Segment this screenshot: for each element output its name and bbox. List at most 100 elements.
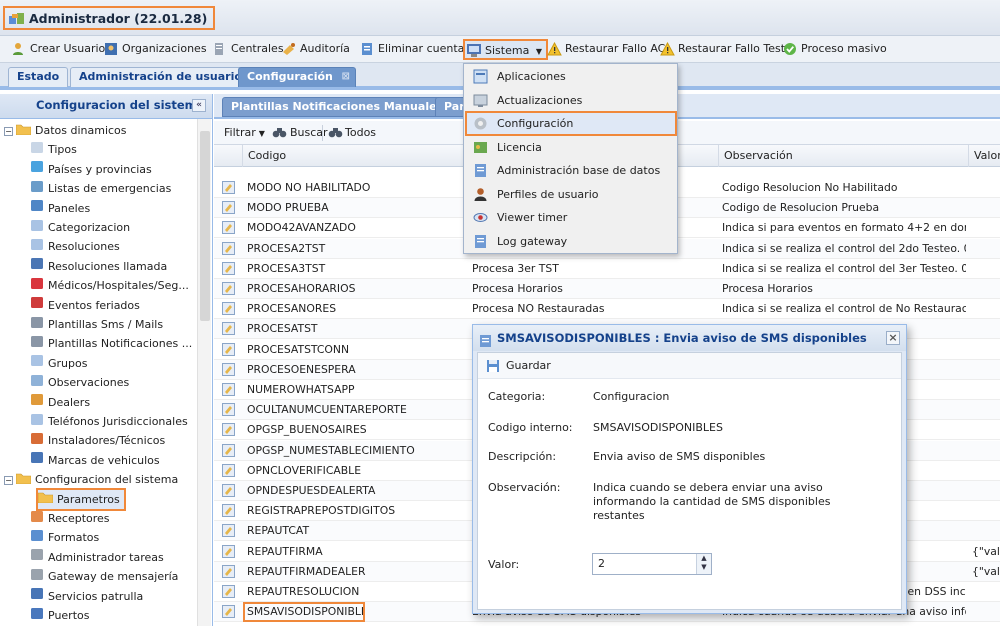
tree-node-categorizacion[interactable]: Categorizacion: [30, 218, 130, 237]
tree-node-gateway-de-mensajería[interactable]: Gateway de mensajería: [30, 567, 178, 586]
cell-observacion: Indica si se realiza el control del 2do …: [722, 241, 966, 255]
centrales-button[interactable]: Centrales: [211, 39, 284, 60]
list-icon: [30, 180, 44, 199]
title-bar: Administrador (22.01.28): [0, 0, 1000, 36]
menu-item-administración-base-de-datos[interactable]: Administración base de datos: [466, 159, 676, 182]
tab-administracion-usuarios[interactable]: Administración de usuarios: [70, 67, 258, 87]
menu-item-configuración[interactable]: Configuración: [465, 111, 677, 136]
buscar-button[interactable]: Buscar: [272, 125, 328, 141]
app-title-text: Administrador (22.01.28): [29, 11, 208, 26]
collapse-toggle-icon[interactable]: −: [4, 126, 13, 136]
table-row[interactable]: PROCESAHORARIOS Procesa Horarios Procesa H…: [214, 279, 1000, 299]
tree-node-instaladores-técnicos[interactable]: Instaladores/Técnicos: [30, 431, 165, 450]
tree-node-label: Gateway de mensajería: [48, 570, 179, 584]
collapse-toggle-icon[interactable]: −: [4, 475, 13, 485]
tree-node-label: Teléfonos Jurisdiccionales: [48, 415, 188, 428]
edit-row-icon[interactable]: [222, 605, 235, 625]
guardar-label: Guardar: [506, 359, 551, 372]
sistema-label: Sistema: [485, 44, 530, 57]
cell-codigo: REPAUTFIRMADEALER: [247, 564, 366, 578]
spin-up-icon[interactable]: ▲: [697, 554, 711, 563]
tree-node-médicos-hospitales-seg[interactable]: Médicos/Hospitales/Seg...: [30, 276, 189, 295]
codigo-interno-label: Codigo interno:: [488, 421, 573, 434]
filtrar-button[interactable]: Filtrar ▼: [224, 125, 265, 141]
table-row[interactable]: PROCESANORES Procesa NO Restauradas Indica…: [214, 299, 1000, 320]
system-icon: [467, 44, 481, 63]
tree-node-eventos-feriados[interactable]: Eventos feriados: [30, 296, 140, 315]
tab-close-icon[interactable]: ⊠: [341, 68, 349, 86]
cell-codigo: OPNCLOVERIFICABLE: [247, 463, 362, 477]
column-header-valor[interactable]: Valor: [968, 145, 1000, 167]
crear-usuario-button[interactable]: Crear Usuario: [10, 39, 105, 60]
column-header-codigo[interactable]: Codigo: [242, 145, 468, 167]
tree-node-tipos[interactable]: Tipos: [30, 140, 77, 159]
left-scrollbar[interactable]: [197, 119, 211, 626]
tree-node-label: Observaciones: [48, 376, 130, 390]
menu-item-actualizaciones[interactable]: Actualizaciones: [466, 89, 676, 112]
restaurar-fallo-test-button[interactable]: Restaurar Fallo Test: [658, 39, 785, 60]
tree-node-label: Eventos feriados: [48, 298, 140, 312]
left-panel-header: Configuracion del sistema «: [0, 94, 212, 119]
menu-item-log-gateway[interactable]: Log gateway: [466, 230, 676, 253]
tree-node-listas-de-emergencias[interactable]: Listas de emergencias: [30, 179, 171, 198]
tree-node-label: Paneles: [48, 201, 91, 215]
tree-node-datos-dinamicos[interactable]: − Datos dinamicos: [4, 121, 127, 140]
cell-codigo: PROCESOENESPERA: [247, 362, 356, 376]
spin-down-icon[interactable]: ▼: [697, 563, 711, 572]
tag-icon: [30, 141, 44, 160]
eliminar-cuentas-button[interactable]: Eliminar cuentas: [358, 39, 470, 60]
tree-node-parametros[interactable]: Parametros: [36, 487, 126, 511]
tree-node-observaciones[interactable]: Observaciones: [30, 373, 129, 392]
guardar-button[interactable]: Guardar: [486, 358, 551, 374]
antenna-icon: [30, 510, 44, 529]
tree-node-países-y-provincias[interactable]: Países y provincias: [30, 160, 152, 179]
tree-node-puertos[interactable]: Puertos: [30, 606, 89, 625]
tree-node-label: Resoluciones: [48, 240, 120, 254]
menu-item-aplicaciones[interactable]: Aplicaciones: [466, 65, 676, 88]
menu-item-viewer-timer[interactable]: Viewer timer: [466, 206, 676, 229]
tree-node-administrador-tareas[interactable]: Administrador tareas: [30, 548, 164, 567]
tree-node-formatos[interactable]: Formatos: [30, 528, 99, 547]
valor-input[interactable]: 2 ▲ ▼: [592, 553, 712, 575]
table-row[interactable]: PROCESA3TST Procesa 3er TST Indica si se r…: [214, 259, 1000, 279]
tab-configuracion[interactable]: Configuración ⊠: [238, 67, 356, 87]
cell-codigo: PROCESANORES: [247, 302, 337, 316]
dropdown-arrow-icon: ▼: [258, 129, 265, 138]
menu-item-perfiles-de-usuario[interactable]: Perfiles de usuario: [466, 183, 676, 206]
tree-node-grupos[interactable]: Grupos: [30, 354, 87, 373]
subtab-plantillas-notificaciones[interactable]: Plantillas Notificaciones Manuales ⊠: [222, 97, 467, 117]
tree-node-label: Configuracion del sistema: [35, 473, 179, 487]
tree-node-plantillas-sms-mails[interactable]: Plantillas Sms / Mails: [30, 315, 163, 334]
auditoria-button[interactable]: Auditoría: [280, 39, 350, 60]
column-header-observacion[interactable]: Observación: [718, 145, 968, 167]
tab-estado[interactable]: Estado: [8, 67, 69, 87]
proceso-masivo-button[interactable]: Proceso masivo: [781, 39, 887, 60]
tree-node-teléfonos-jurisdiccionales[interactable]: Teléfonos Jurisdiccionales: [30, 412, 188, 431]
tree-node-paneles[interactable]: Paneles: [30, 199, 90, 218]
left-scrollbar-thumb[interactable]: [200, 131, 210, 321]
tree-node-receptores[interactable]: Receptores: [30, 509, 110, 528]
tree-node-dealers[interactable]: Dealers: [30, 393, 90, 412]
tree-node-resoluciones[interactable]: Resoluciones: [30, 237, 120, 256]
tree-node-servicios-patrulla[interactable]: Servicios patrulla: [30, 587, 143, 606]
todos-button[interactable]: Todos: [322, 125, 376, 141]
restaurar-fallo-test-label: Restaurar Fallo Test: [678, 42, 786, 55]
menu-item-label: Licencia: [497, 140, 542, 154]
cell-codigo: SMSAVISODISPONIBLES: [243, 602, 365, 623]
menu-item-licencia[interactable]: Licencia: [466, 136, 676, 159]
tree-node-marcas-de-vehiculos[interactable]: Marcas de vehiculos: [30, 451, 160, 470]
tree-node-resoluciones-llamada[interactable]: Resoluciones llamada: [30, 257, 167, 276]
tree-node-plantillas-notificaciones[interactable]: Plantillas Notificaciones ...: [30, 334, 192, 353]
gear-icon: [30, 548, 44, 567]
organizaciones-button[interactable]: Organizaciones: [102, 39, 207, 60]
collapse-panel-button[interactable]: «: [192, 99, 206, 112]
categoria-value: Configuracion: [593, 390, 670, 403]
cell-observacion: Codigo Resolucion No Habilitado: [722, 181, 898, 194]
close-icon[interactable]: ×: [886, 331, 900, 345]
sistema-menu-button[interactable]: Sistema ▼: [463, 39, 548, 60]
tree-node-configuracion-del-sistema[interactable]: − Configuracion del sistema: [4, 470, 178, 489]
valor-spinner[interactable]: ▲ ▼: [696, 554, 711, 574]
tree-node-label: Dealers: [48, 395, 91, 409]
cell-descripcion: Procesa NO Restauradas: [472, 302, 605, 316]
restaurar-fallo-ac-button[interactable]: Restaurar Fallo AC: [545, 39, 665, 60]
